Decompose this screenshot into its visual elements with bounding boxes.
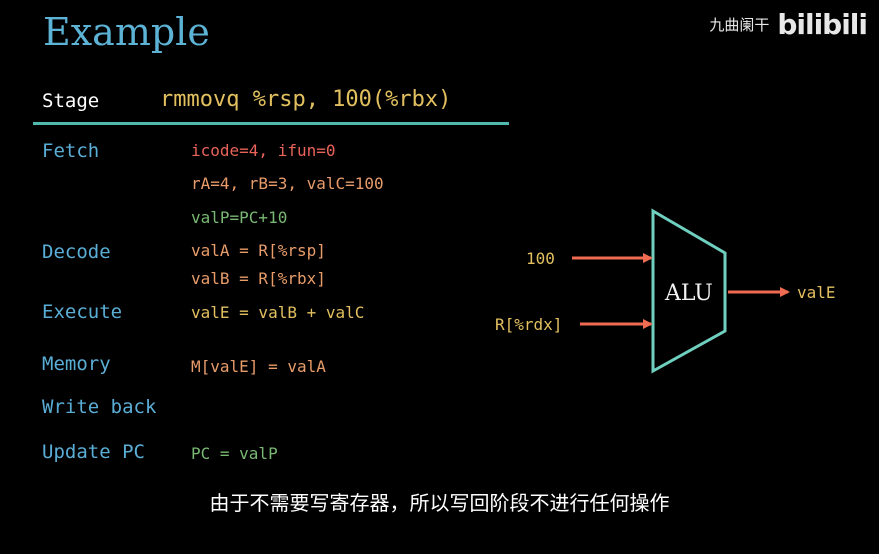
- alu-input-a-label: 100: [526, 249, 555, 268]
- alu-diagram: ALU 100 R[%rdx] valE: [495, 208, 836, 374]
- alu-label: ALU: [664, 281, 713, 306]
- alu-output-label: valE: [797, 283, 836, 302]
- video-subtitle: 由于不需要写寄存器，所以写回阶段不进行任何操作: [209, 491, 670, 515]
- alu-input-b-label: R[%rdx]: [495, 315, 562, 334]
